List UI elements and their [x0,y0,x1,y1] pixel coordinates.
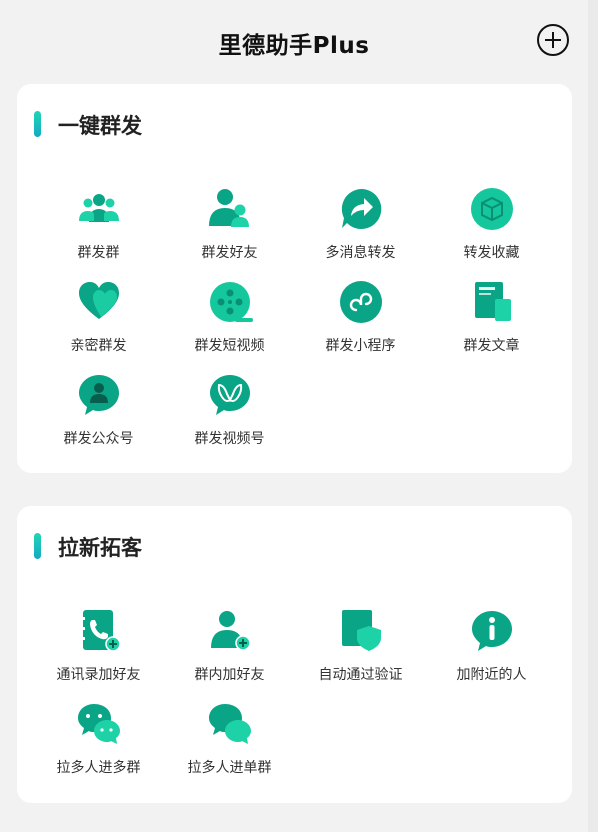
feature-label: 群内加好友 [194,667,265,683]
contacts-book-icon [76,608,122,654]
video-channel-icon [207,372,253,418]
multi-chat-icon [76,701,122,747]
feature-item[interactable]: 拉多人进单群 [164,699,295,783]
feature-item[interactable]: 加附近的人 [426,606,557,690]
friends-icon [207,186,253,232]
mini-program-icon [338,279,384,325]
broadcast-card: 一键群发 群发群 群发好友 多消息转发 转发收藏 亲密群发 群发短视频 群发小程… [17,84,572,473]
feature-label: 加附近的人 [456,667,527,683]
feature-item[interactable]: 群发文章 [426,277,557,361]
feature-item[interactable]: 群内加好友 [164,606,295,690]
feature-label: 自动通过验证 [318,667,403,683]
feature-label: 群发好友 [201,245,258,261]
feature-item[interactable]: 多消息转发 [295,184,426,268]
feature-item[interactable]: 转发收藏 [426,184,557,268]
feature-item[interactable]: 群发小程序 [295,277,426,361]
official-account-icon [76,372,122,418]
feature-label: 通讯录加好友 [56,667,141,683]
feature-item[interactable]: 群发好友 [164,184,295,268]
feature-label: 群发文章 [463,338,520,354]
feature-label: 群发短视频 [194,338,265,354]
feature-item[interactable]: 群发群 [33,184,164,268]
location-pin-icon [469,608,515,654]
chat-bubbles-icon [207,701,253,747]
feature-label: 多消息转发 [325,245,396,261]
add-person-icon [207,608,253,654]
scroll-edge [588,0,598,832]
feature-label: 群发小程序 [325,338,396,354]
film-reel-icon [207,279,253,325]
group-icon [76,186,122,232]
feature-label: 群发群 [77,245,120,261]
shield-verify-icon [338,608,384,654]
section-title: 一键群发 [58,114,142,138]
section-accent-bar [34,111,41,137]
broadcast-grid: 群发群 群发好友 多消息转发 转发收藏 亲密群发 群发短视频 群发小程序 群发文… [33,184,557,454]
feature-label: 群发视频号 [194,431,265,447]
feature-label: 转发收藏 [463,245,520,261]
feature-item[interactable]: 群发公众号 [33,370,164,454]
feature-item[interactable]: 群发短视频 [164,277,295,361]
feature-label: 亲密群发 [70,338,127,354]
page-title: 里德助手Plus [218,33,370,59]
heart-icon [76,279,122,325]
acquire-grid: 通讯录加好友 群内加好友 自动通过验证 加附近的人 拉多人进多群 拉多人进单群 [33,606,557,783]
header: 里德助手Plus [0,0,588,82]
feature-item[interactable]: 群发视频号 [164,370,295,454]
feature-label: 群发公众号 [63,431,134,447]
section-title: 拉新拓客 [58,536,142,560]
section-accent-bar [34,533,41,559]
plus-circle-icon[interactable] [537,24,569,56]
forward-icon [338,186,384,232]
acquire-card: 拉新拓客 通讯录加好友 群内加好友 自动通过验证 加附近的人 拉多人进多群 拉多… [17,506,572,803]
feature-item[interactable]: 亲密群发 [33,277,164,361]
feature-item[interactable]: 通讯录加好友 [33,606,164,690]
feature-item[interactable]: 自动通过验证 [295,606,426,690]
feature-item[interactable]: 拉多人进多群 [33,699,164,783]
feature-label: 拉多人进单群 [187,760,272,776]
article-icon [469,279,515,325]
feature-label: 拉多人进多群 [56,760,141,776]
box-icon [469,186,515,232]
